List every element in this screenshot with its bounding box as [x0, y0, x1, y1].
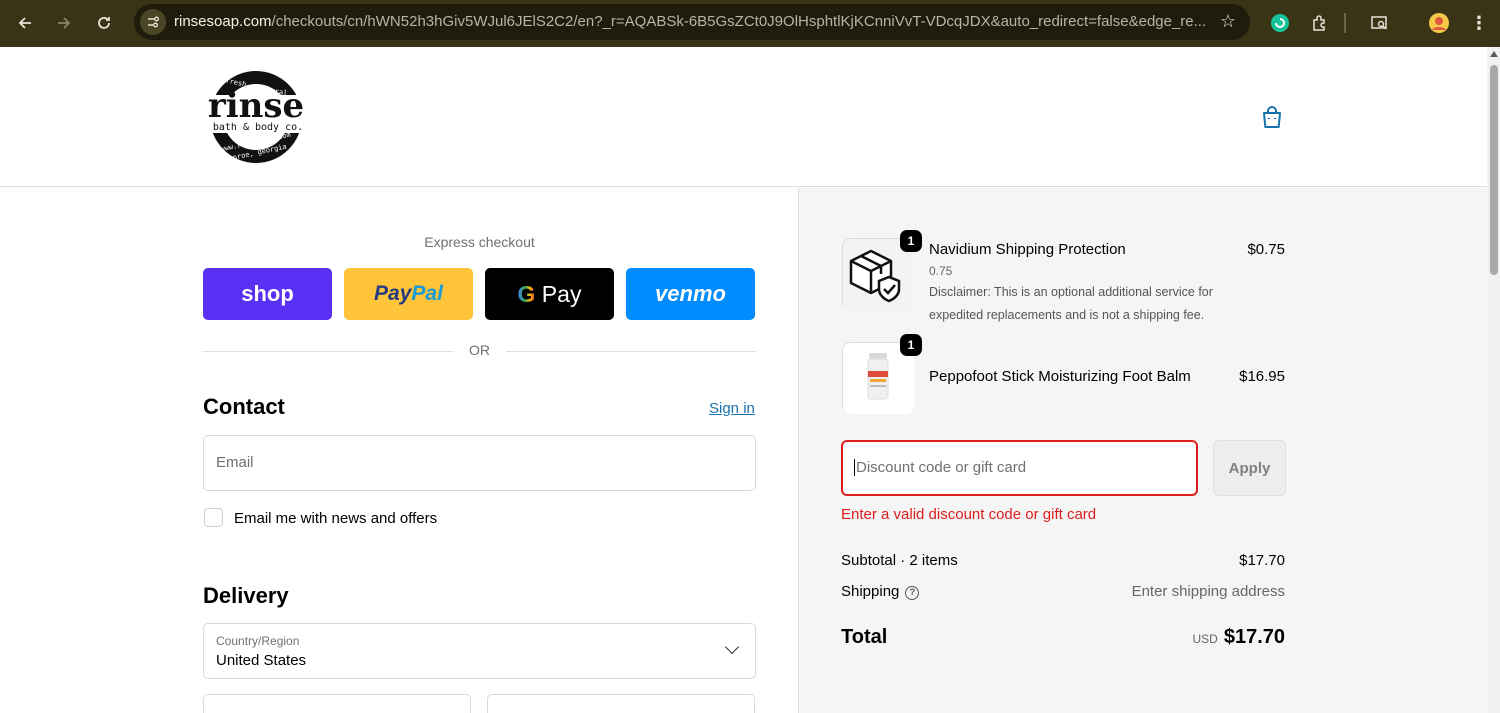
product-thumbnail: 1 — [842, 230, 922, 310]
email-field[interactable] — [203, 435, 756, 491]
scroll-up-arrow[interactable] — [1490, 51, 1498, 57]
address-bar[interactable]: rinsesoap.com/checkouts/cn/hWN52h3hGiv5W… — [134, 4, 1250, 40]
quantity-badge: 1 — [900, 230, 922, 252]
order-summary: 1 Navidium Shipping Protection 0.75 Disc… — [798, 188, 1487, 713]
back-icon[interactable] — [10, 8, 40, 38]
site-info-icon[interactable] — [140, 9, 166, 35]
shipping-value: Enter shipping address — [1131, 583, 1285, 600]
news-checkbox[interactable] — [204, 508, 223, 527]
currency-code: USD — [1192, 632, 1218, 646]
browser-toolbar: rinsesoap.com/checkouts/cn/hWN52h3hGiv5W… — [0, 0, 1500, 47]
star-icon[interactable]: ☆ — [1220, 11, 1236, 32]
toolbar-divider — [1344, 13, 1346, 33]
total-value: $17.70 — [1223, 626, 1285, 648]
last-name-field[interactable] — [487, 694, 755, 713]
first-name-field[interactable] — [203, 694, 471, 713]
total-label: Total — [841, 626, 888, 648]
menu-icon[interactable]: ⋮ — [1465, 9, 1493, 37]
sign-in-link[interactable]: Sign in — [709, 400, 755, 417]
tab-search-icon[interactable] — [1365, 9, 1393, 37]
shop-pay-button[interactable]: shop — [203, 268, 332, 320]
country-value: United States — [216, 652, 307, 669]
item-price: $16.95 — [1239, 368, 1285, 385]
subtotal-value: $17.70 — [1239, 552, 1285, 569]
item-name: Navidium Shipping Protection — [929, 241, 1126, 258]
scroll-thumb[interactable] — [1490, 65, 1498, 275]
extensions-icon[interactable] — [1306, 9, 1334, 37]
express-checkout-label: Express checkout — [424, 234, 535, 250]
quantity-badge: 1 — [900, 334, 922, 356]
discount-error-text: Enter a valid discount code or gift card — [841, 506, 1097, 523]
shipping-label: Shipping? — [841, 583, 920, 600]
country-label: Country/Region — [216, 634, 300, 648]
store-logo[interactable]: rinse bath & body co. fresh • natural ww… — [198, 67, 316, 167]
item-name: Peppofoot Stick Moisturizing Foot Balm — [929, 368, 1191, 385]
email-input[interactable] — [216, 454, 736, 471]
logo-text: rinse — [208, 86, 304, 126]
forward-icon[interactable] — [49, 8, 79, 38]
reload-icon[interactable] — [89, 8, 119, 38]
country-select[interactable]: Country/Region United States — [203, 623, 756, 679]
google-pay-button[interactable]: G Pay — [485, 268, 614, 320]
item-variant: 0.75 — [929, 264, 953, 278]
product-thumbnail: 1 — [842, 334, 922, 414]
discount-input[interactable] — [854, 459, 1184, 476]
extension-grammarly-icon[interactable] — [1266, 9, 1294, 37]
paypal-button[interactable]: Pay Pal — [344, 268, 473, 320]
news-checkbox-label: Email me with news and offers — [234, 510, 438, 527]
delivery-heading: Delivery — [203, 583, 289, 608]
profile-avatar[interactable] — [1425, 9, 1453, 37]
bag-icon[interactable] — [1258, 103, 1286, 131]
venmo-button[interactable]: venmo — [626, 268, 755, 320]
total-amount: USD $17.70 — [1192, 626, 1285, 649]
page-scrollbar[interactable] — [1487, 47, 1500, 713]
contact-heading: Contact — [203, 394, 285, 419]
item-disclaimer: Disclaimer: This is an optional addition… — [929, 285, 1213, 322]
store-header: rinse bath & body co. fresh • natural ww… — [0, 47, 1487, 187]
apply-button[interactable]: Apply — [1213, 440, 1286, 496]
checkout-form: Express checkout shop Pay Pal G Pay venmo… — [0, 188, 798, 713]
subtotal-label: Subtotal · 2 items — [841, 552, 958, 569]
chevron-down-icon — [724, 639, 740, 655]
url-text[interactable]: rinsesoap.com/checkouts/cn/hWN52h3hGiv5W… — [174, 4, 1214, 40]
discount-field[interactable] — [841, 440, 1198, 496]
or-divider: OR — [203, 342, 756, 362]
help-icon[interactable]: ? — [905, 585, 920, 600]
item-price: $0.75 — [1247, 241, 1285, 258]
